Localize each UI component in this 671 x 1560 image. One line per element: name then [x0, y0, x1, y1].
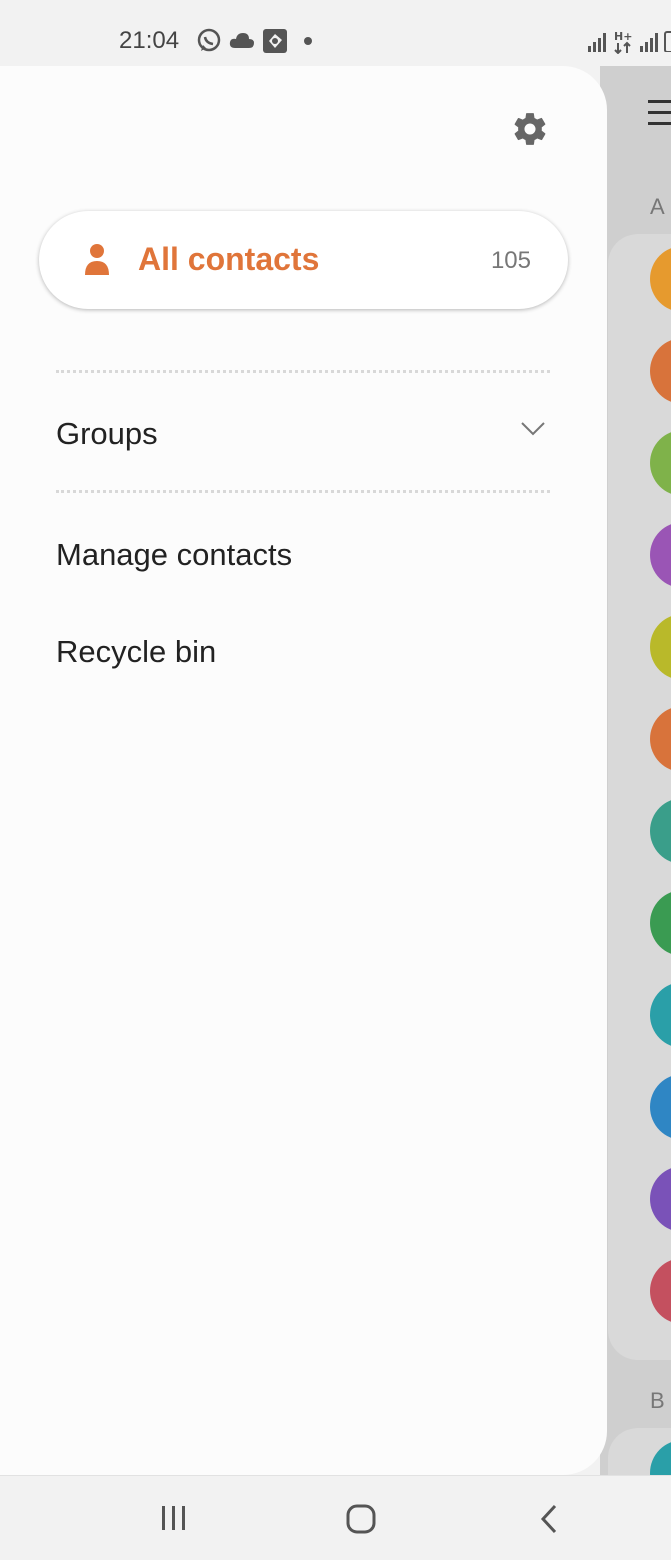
section-letter-b: B: [650, 1388, 665, 1413]
all-contacts-label: All contacts: [138, 241, 320, 277]
battery-icon: [664, 31, 671, 52]
contacts-list-background: A B: [600, 66, 671, 1476]
gallery-icon: [263, 29, 287, 53]
groups-label: Groups: [56, 416, 158, 451]
signal-icon: [588, 33, 606, 52]
contact-avatar[interactable]: [650, 338, 671, 404]
contact-avatar[interactable]: [650, 614, 671, 680]
navigation-drawer: All contacts 105 Groups Manage contacts …: [0, 66, 607, 1475]
cloud-icon: [229, 33, 254, 48]
contact-avatar[interactable]: [650, 890, 671, 956]
chevron-down-icon[interactable]: [521, 422, 545, 436]
recents-icon[interactable]: [160, 1504, 188, 1532]
manage-contacts-menu-item[interactable]: Manage contacts: [56, 537, 292, 573]
navigation-bar: [0, 1475, 671, 1560]
notification-dot: [304, 37, 312, 45]
signal-icon: [640, 33, 658, 52]
groups-menu-item[interactable]: Groups: [56, 416, 158, 452]
back-icon[interactable]: [539, 1504, 559, 1534]
data-icon: H+: [614, 30, 632, 54]
contact-avatar[interactable]: [650, 706, 671, 772]
contact-avatar[interactable]: [650, 246, 671, 312]
status-bar: 21:04 H+: [0, 0, 671, 66]
contact-avatar[interactable]: [650, 798, 671, 864]
contacts-card-b: [608, 1428, 671, 1476]
all-contacts-count: 105: [490, 247, 531, 274]
contact-avatar[interactable]: [650, 1074, 671, 1140]
recycle-bin-menu-item[interactable]: Recycle bin: [56, 634, 216, 670]
contact-avatar[interactable]: [650, 982, 671, 1048]
divider: [56, 490, 550, 493]
contact-avatar[interactable]: [650, 1258, 671, 1324]
status-time: 21:04: [119, 27, 180, 54]
svg-text:H+: H+: [614, 30, 632, 43]
all-contacts-button[interactable]: All contacts 105: [39, 211, 568, 309]
contacts-card-a: [608, 234, 671, 1360]
home-icon[interactable]: [346, 1504, 376, 1534]
hamburger-icon[interactable]: [648, 100, 671, 133]
contact-avatar[interactable]: [650, 1440, 671, 1476]
contact-avatar[interactable]: [650, 522, 671, 588]
contact-avatar[interactable]: [650, 1166, 671, 1232]
whatsapp-icon: [197, 28, 221, 52]
contact-avatar[interactable]: [650, 430, 671, 496]
section-letter-a: A: [650, 194, 665, 219]
person-icon: [85, 244, 109, 275]
divider: [56, 370, 550, 373]
gear-icon[interactable]: [511, 110, 549, 148]
